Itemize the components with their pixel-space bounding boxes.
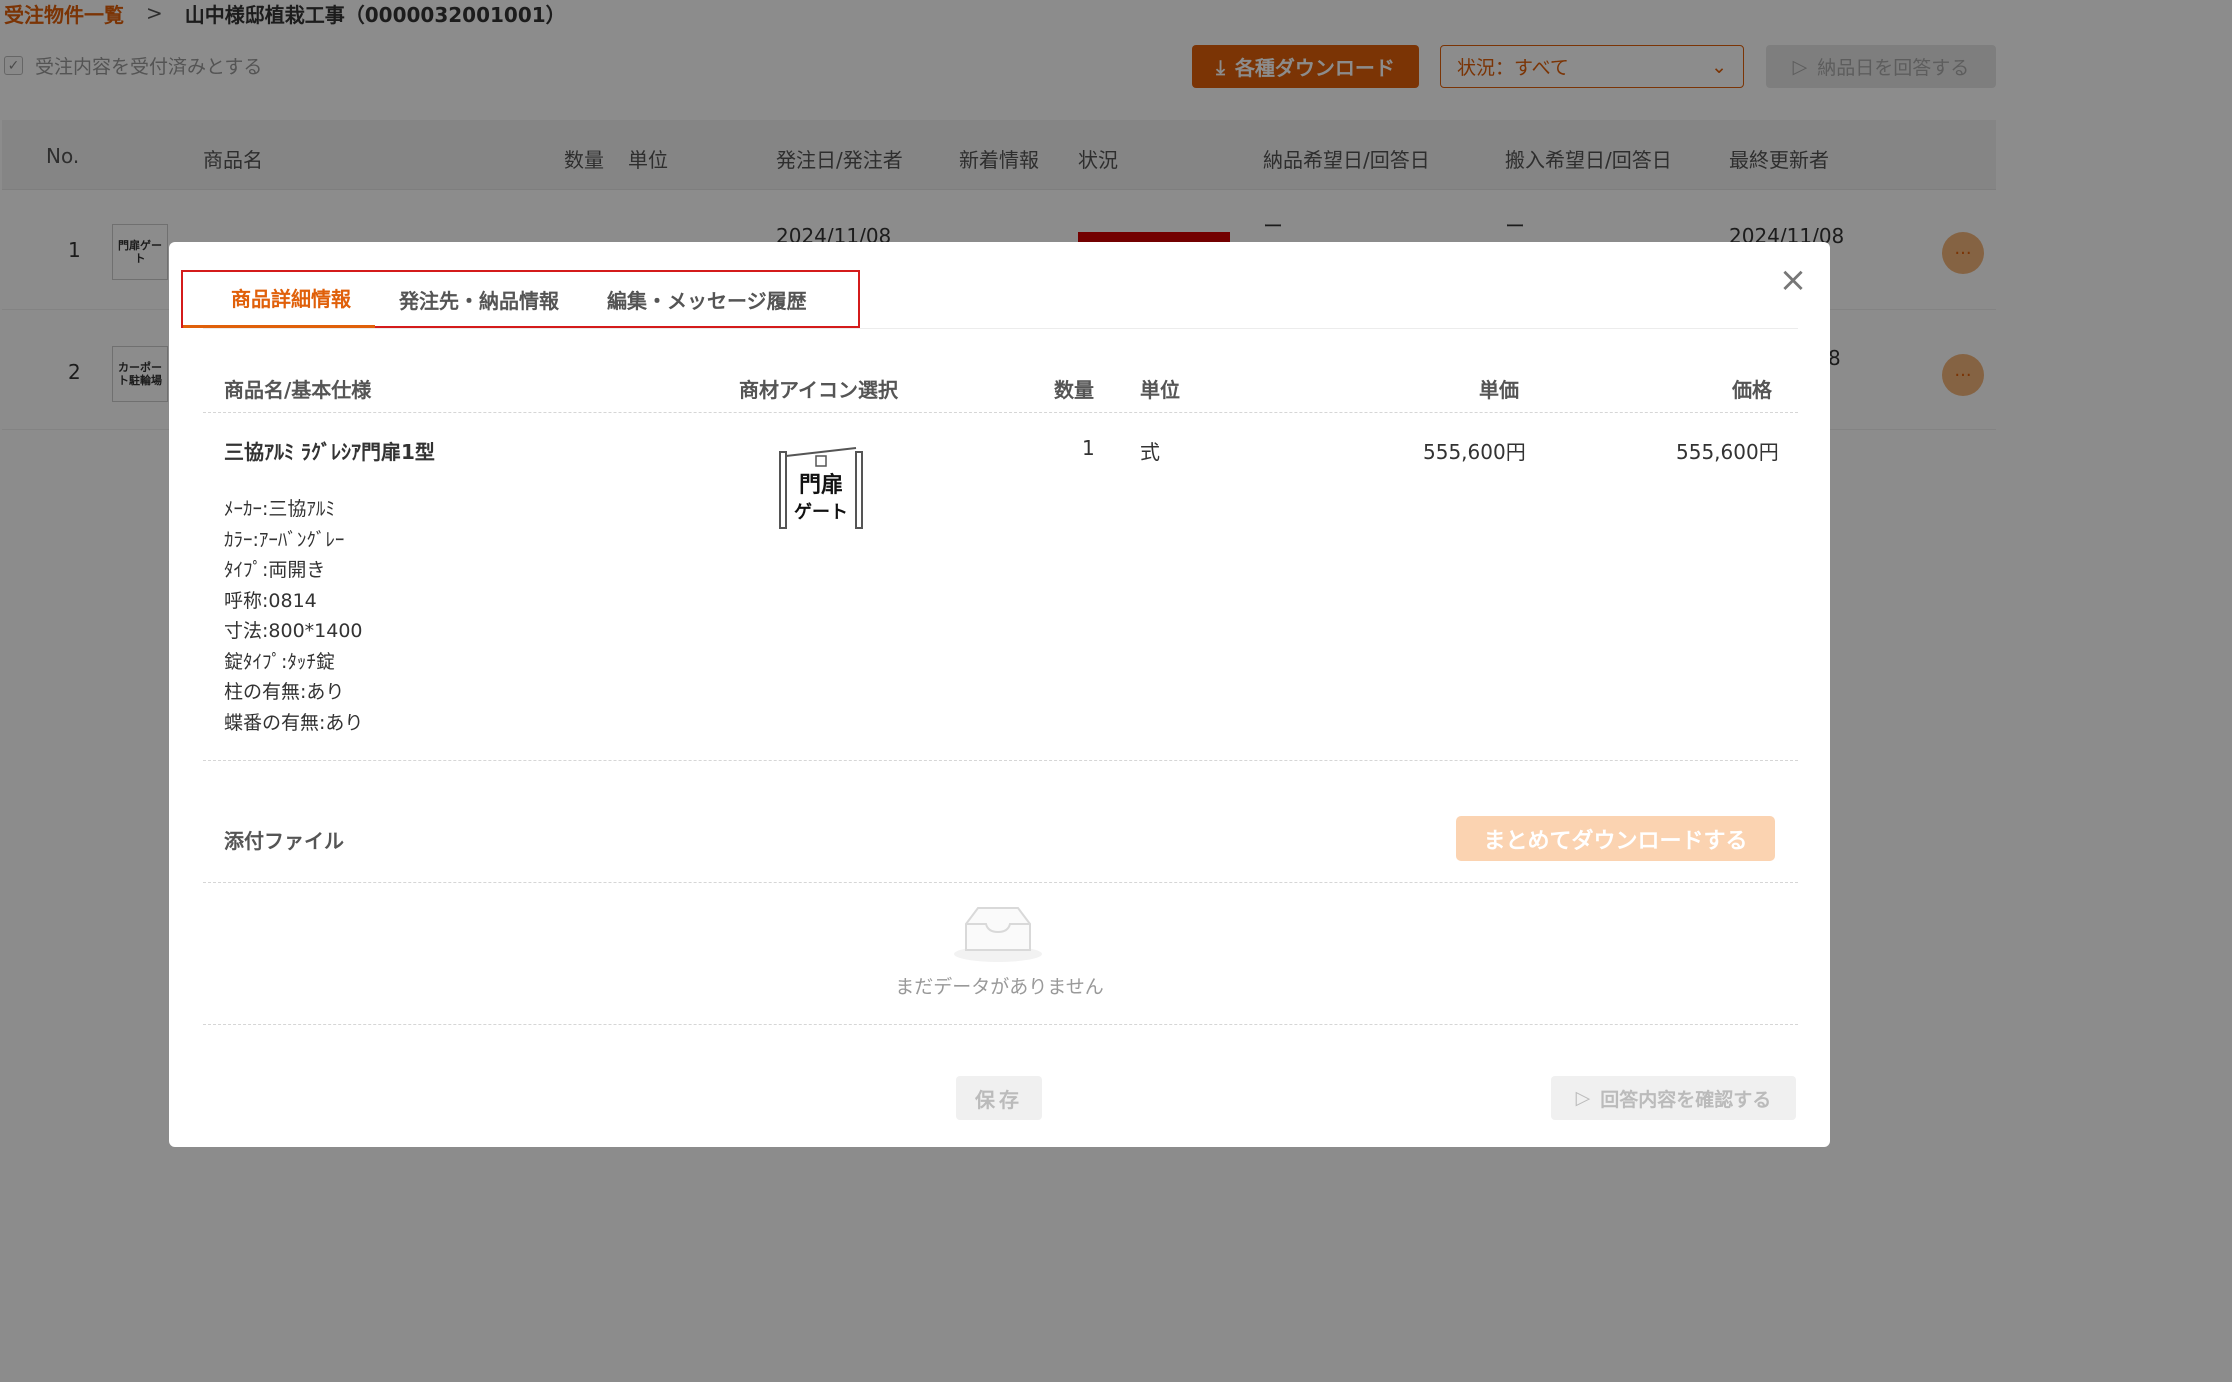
spec-designation: 呼称:0814 <box>224 589 317 612</box>
save-button[interactable]: 保存 <box>956 1076 1042 1120</box>
empty-inbox-icon <box>954 907 1042 962</box>
gate-icon-text-bottom: ゲート <box>794 501 848 523</box>
header-qty: 数量 <box>1054 378 1094 402</box>
empty-text: まだデータがありません <box>895 976 1104 998</box>
spec-pillar: 柱の有無:あり <box>224 681 345 703</box>
header-unit: 単位 <box>1140 378 1180 402</box>
confirm-answer-button[interactable]: ▷ 回答内容を確認する <box>1551 1076 1796 1120</box>
bulk-download-button[interactable]: まとめてダウンロードする <box>1456 816 1775 861</box>
gate-icon-text-top: 門扉 <box>799 472 843 498</box>
item-qty: 1 <box>1082 436 1095 460</box>
attachments-divider <box>203 882 1798 883</box>
product-name: 三協ｱﾙﾐ ﾗｸﾞﾚｼｱ門扉1型 <box>224 440 435 464</box>
confirm-answer-label: 回答内容を確認する <box>1600 1088 1772 1111</box>
product-spec-list: ﾒｰｶｰ:三協ｱﾙﾐ ｶﾗｰ:ｱｰﾊﾞﾝｸﾞﾚｰ ﾀｲﾌﾟ:両開き 呼称:081… <box>224 494 363 738</box>
attachments-label: 添付ファイル <box>224 829 344 853</box>
tab-edit-history[interactable]: 編集・メッセージ履歴 <box>583 270 831 328</box>
tab-product-detail[interactable]: 商品詳細情報 <box>183 270 375 328</box>
header-divider <box>203 412 1798 413</box>
gate-icon[interactable]: 門扉 ゲート <box>776 442 866 530</box>
spec-maker: ﾒｰｶｰ:三協ｱﾙﾐ <box>224 498 335 520</box>
header-name-spec: 商品名/基本仕様 <box>224 378 372 402</box>
row-divider <box>203 760 1798 761</box>
spec-hinge: 蝶番の有無:あり <box>224 711 364 734</box>
modal-tabs: 商品詳細情報 発注先・納品情報 編集・メッセージ履歴 <box>181 270 860 328</box>
item-unit: 式 <box>1140 440 1160 464</box>
tab-supplier-delivery[interactable]: 発注先・納品情報 <box>375 270 583 328</box>
send-icon: ▷ <box>1575 1087 1591 1109</box>
spec-color: ｶﾗｰ:ｱｰﾊﾞﾝｸﾞﾚｰ <box>224 528 345 551</box>
header-price: 価格 <box>1732 378 1772 402</box>
tabs-divider <box>203 328 1798 329</box>
spec-dimensions: 寸法:800*1400 <box>224 620 363 642</box>
spec-type: ﾀｲﾌﾟ:両開き <box>224 559 326 581</box>
spec-lock-type: 錠ﾀｲﾌﾟ:ﾀｯﾁ錠 <box>224 650 335 673</box>
close-icon[interactable]: × <box>1778 263 1808 297</box>
product-detail-modal: × 商品詳細情報 発注先・納品情報 編集・メッセージ履歴 商品名/基本仕様 商材… <box>169 242 1830 1147</box>
header-icon-select: 商材アイコン選択 <box>739 378 898 402</box>
item-unit-price: 555,600円 <box>1423 440 1526 464</box>
empty-divider <box>203 1024 1798 1025</box>
header-unit-price: 単価 <box>1479 378 1519 402</box>
item-price: 555,600円 <box>1676 440 1779 464</box>
